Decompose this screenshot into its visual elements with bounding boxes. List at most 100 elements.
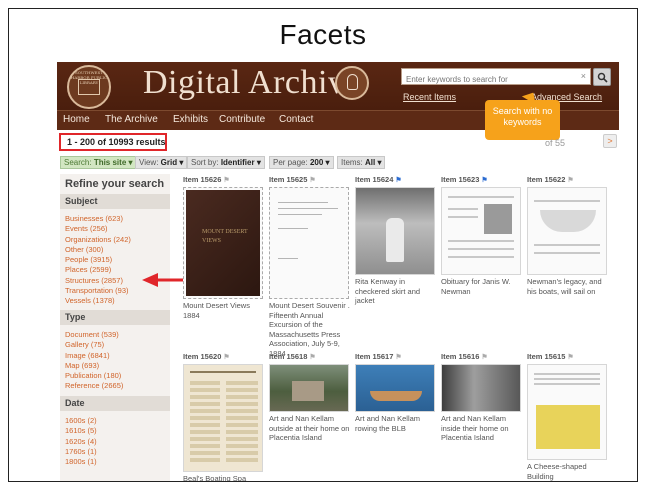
item-caption[interactable]: Mount Desert Souvenir . Fifteenth Annual…	[269, 301, 353, 358]
facet-link[interactable]: Map (693)	[65, 361, 123, 371]
item-title[interactable]: Item 15625	[269, 175, 307, 184]
item-thumbnail[interactable]: MOUNT DESERT VIEWS	[183, 187, 263, 299]
text-line	[448, 196, 514, 198]
grid-item[interactable]: Item 15623 ⚑ Obituary for Janis W. Newman	[441, 175, 525, 296]
item-caption[interactable]: A Cheese-shaped Building	[527, 462, 611, 481]
flag-icon[interactable]: ⚑	[309, 354, 315, 361]
facet-link[interactable]: Gallery (75)	[65, 340, 123, 350]
grid-item[interactable]: Item 15615 ⚑ A Cheese-shaped Building	[527, 352, 611, 481]
item-caption[interactable]: Beal's Boating Spa	[183, 474, 267, 481]
item-caption[interactable]: Obituary for Janis W. Newman	[441, 277, 525, 296]
grid-item[interactable]: Item 15618 ⚑ Art and Nan Kellam outside a…	[269, 352, 353, 443]
water-photo-image	[356, 365, 434, 411]
nav-exhibits[interactable]: Exhibits	[173, 114, 208, 125]
facet-link[interactable]: Places (2599)	[65, 265, 131, 275]
filter-sort[interactable]: Sort by: Identifier ▾	[187, 156, 265, 169]
facet-link[interactable]: Businesses (623)	[65, 214, 131, 224]
search-field[interactable]: ×	[401, 68, 591, 87]
item-caption[interactable]: Art and Nan Kellam outside at their home…	[269, 414, 353, 443]
item-caption[interactable]: Mount Desert Views 1884	[183, 301, 267, 320]
item-thumbnail[interactable]	[269, 187, 349, 299]
grid-item[interactable]: Item 15622 ⚑ Newman's legacy, and his boa…	[527, 175, 611, 296]
grid-item[interactable]: Item 15625 ⚑ Mount Desert Souvenir . Fift…	[269, 175, 353, 358]
flag-icon[interactable]: ⚑	[567, 354, 573, 361]
archive-screenshot: SOUTHWEST HARBOR PUBLIC LIBRARY Digital …	[57, 62, 619, 481]
site-title[interactable]: Digital Archive	[143, 64, 361, 102]
filter-items[interactable]: Items: All ▾	[337, 156, 386, 169]
text-line	[534, 252, 600, 254]
text-line	[190, 371, 256, 373]
filter-per-page[interactable]: Per page: 200 ▾	[269, 156, 334, 169]
library-seal-logo[interactable]: SOUTHWEST HARBOR PUBLIC LIBRARY	[67, 65, 111, 109]
nav-home[interactable]: Home	[63, 114, 90, 125]
item-title[interactable]: Item 15624	[355, 175, 393, 184]
grid-item[interactable]: Item 15620 ⚑ Beal's Boating Spa	[183, 352, 267, 481]
grid-item[interactable]: Item 15624 ⚑ Rita Kenway in checkered ski…	[355, 175, 439, 306]
flag-icon[interactable]: ⚑	[223, 354, 229, 361]
item-thumbnail[interactable]	[527, 364, 607, 460]
facet-link[interactable]: 1760s (1)	[65, 447, 97, 457]
filter-view[interactable]: View: Grid ▾	[135, 156, 188, 169]
flag-icon[interactable]: ⚑	[481, 354, 487, 361]
grid-item[interactable]: Item 15617 ⚑ Art and Nan Kellam rowing th…	[355, 352, 439, 433]
text-line	[534, 373, 600, 375]
facet-link[interactable]: Other (300)	[65, 245, 131, 255]
nav-contribute[interactable]: Contribute	[219, 114, 265, 125]
item-thumbnail[interactable]	[441, 364, 521, 412]
search-input[interactable]	[402, 72, 572, 87]
filter-search-scope[interactable]: Search: This site ▾	[60, 156, 137, 169]
item-caption[interactable]: Newman's legacy, and his boats, will sai…	[527, 277, 611, 296]
item-caption[interactable]: Art and Nan Kellam inside their home on …	[441, 414, 525, 443]
facet-link[interactable]: Organizations (242)	[65, 235, 131, 245]
item-title[interactable]: Item 15618	[269, 352, 307, 361]
flag-icon[interactable]: ⚑	[395, 354, 401, 361]
item-title[interactable]: Item 15617	[355, 352, 393, 361]
clear-icon[interactable]: ×	[581, 71, 586, 81]
item-thumbnail[interactable]	[355, 187, 435, 275]
figure-image	[386, 218, 404, 262]
item-thumbnail[interactable]	[355, 364, 435, 412]
facet-link[interactable]: 1610s (5)	[65, 426, 97, 436]
item-title[interactable]: Item 15623	[441, 175, 479, 184]
flag-icon[interactable]: ⚑	[223, 177, 229, 184]
facet-subject-heading[interactable]: Subject	[60, 194, 170, 209]
grid-item[interactable]: Item 15616 ⚑ Art and Nan Kellam inside th…	[441, 352, 525, 443]
item-title[interactable]: Item 15620	[183, 352, 221, 361]
facet-link[interactable]: Structures (2857)	[65, 276, 131, 286]
item-title[interactable]: Item 15616	[441, 352, 479, 361]
flag-icon[interactable]: ⚑	[395, 177, 401, 184]
text-line	[278, 202, 328, 203]
newspaper-column-image	[190, 381, 220, 465]
facet-link[interactable]: 1600s (2)	[65, 416, 97, 426]
next-page-button[interactable]: >	[603, 134, 617, 148]
facet-link[interactable]: Image (6841)	[65, 351, 123, 361]
item-thumbnail[interactable]	[269, 364, 349, 412]
flag-icon[interactable]: ⚑	[481, 177, 487, 184]
flag-icon[interactable]: ⚑	[567, 177, 573, 184]
facet-link[interactable]: 1620s (4)	[65, 437, 97, 447]
item-caption[interactable]: Rita Kenway in checkered skirt and jacke…	[355, 277, 439, 306]
facet-link[interactable]: Vessels (1378)	[65, 296, 131, 306]
facet-link[interactable]: Document (539)	[65, 330, 123, 340]
nav-contact[interactable]: Contact	[279, 114, 313, 125]
item-title[interactable]: Item 15622	[527, 175, 565, 184]
item-caption[interactable]: Art and Nan Kellam rowing the BLB	[355, 414, 439, 433]
recent-items-link[interactable]: Recent Items	[403, 92, 456, 102]
nav-the-archive[interactable]: The Archive	[105, 114, 158, 125]
facet-link[interactable]: 1800s (1)	[65, 457, 97, 467]
facet-type-heading[interactable]: Type	[60, 310, 170, 325]
flag-icon[interactable]: ⚑	[309, 177, 315, 184]
grid-item[interactable]: Item 15626 ⚑ MOUNT DESERT VIEWS Mount Des…	[183, 175, 267, 320]
facet-link[interactable]: Events (256)	[65, 224, 131, 234]
search-button[interactable]	[593, 68, 611, 86]
facet-link[interactable]: Publication (180)	[65, 371, 123, 381]
item-title[interactable]: Item 15626	[183, 175, 221, 184]
facet-link[interactable]: Transportation (93)	[65, 286, 131, 296]
facet-link[interactable]: Reference (2665)	[65, 381, 123, 391]
item-thumbnail[interactable]	[183, 364, 263, 472]
item-thumbnail[interactable]	[441, 187, 521, 275]
facet-date-heading[interactable]: Date	[60, 396, 170, 411]
item-title[interactable]: Item 15615	[527, 352, 565, 361]
facet-link[interactable]: People (3915)	[65, 255, 131, 265]
item-thumbnail[interactable]	[527, 187, 607, 275]
